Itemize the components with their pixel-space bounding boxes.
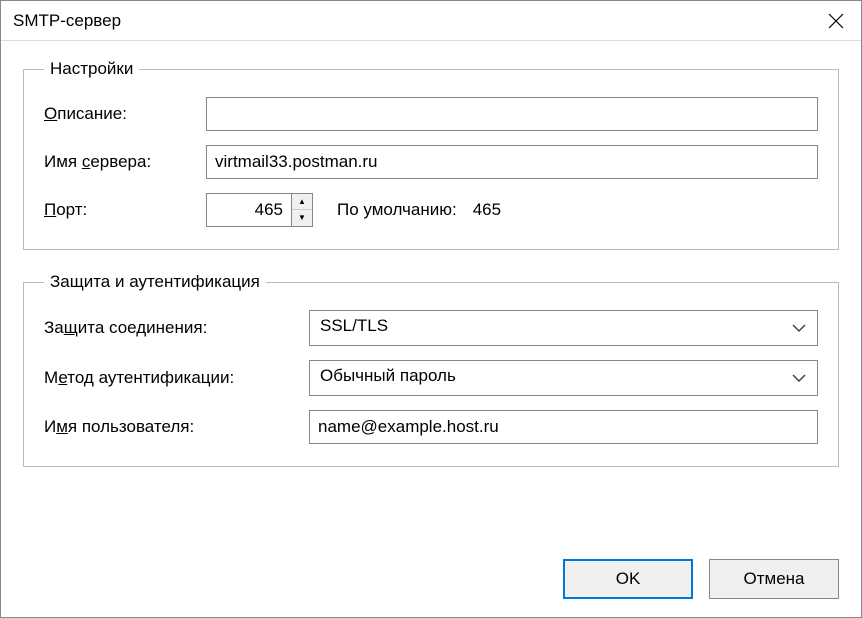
port-label: Порт: (44, 200, 206, 220)
port-spin-up[interactable]: ▲ (292, 194, 312, 210)
description-row: Описание: (44, 97, 818, 131)
username-row: Имя пользователя: (44, 410, 818, 444)
close-button[interactable] (811, 1, 861, 41)
server-name-row: Имя сервера: (44, 145, 818, 179)
port-default-label: По умолчанию: (337, 200, 457, 220)
security-select[interactable]: SSL/TLS (309, 310, 818, 346)
settings-legend: Настройки (44, 59, 139, 79)
security-label: Защита соединения: (44, 318, 309, 338)
security-row: Защита соединения: SSL/TLS (44, 310, 818, 346)
button-row: OK Отмена (23, 551, 839, 599)
window-title: SMTP-сервер (13, 11, 121, 31)
cancel-button[interactable]: Отмена (709, 559, 839, 599)
close-icon (828, 13, 844, 29)
auth-method-row: Метод аутентификации: Обычный пароль (44, 360, 818, 396)
dialog-window: SMTP-сервер Настройки Описание: Имя серв… (0, 0, 862, 618)
port-spin-down[interactable]: ▼ (292, 210, 312, 226)
port-input[interactable] (206, 193, 292, 227)
description-label: Описание: (44, 104, 206, 124)
auth-method-label: Метод аутентификации: (44, 368, 309, 388)
port-row: Порт: ▲ ▼ По умолчанию: 465 (44, 193, 818, 227)
port-spinner: ▲ ▼ (292, 193, 313, 227)
port-default-value: 465 (473, 200, 501, 220)
description-input[interactable] (206, 97, 818, 131)
username-label: Имя пользователя: (44, 417, 309, 437)
dialog-content: Настройки Описание: Имя сервера: Порт: (1, 41, 861, 617)
settings-group: Настройки Описание: Имя сервера: Порт: (23, 59, 839, 250)
titlebar: SMTP-сервер (1, 1, 861, 41)
username-input[interactable] (309, 410, 818, 444)
ok-button[interactable]: OK (563, 559, 693, 599)
server-name-input[interactable] (206, 145, 818, 179)
server-name-label: Имя сервера: (44, 152, 206, 172)
auth-method-select[interactable]: Обычный пароль (309, 360, 818, 396)
auth-group: Защита и аутентификация Защита соединени… (23, 272, 839, 467)
auth-legend: Защита и аутентификация (44, 272, 266, 292)
